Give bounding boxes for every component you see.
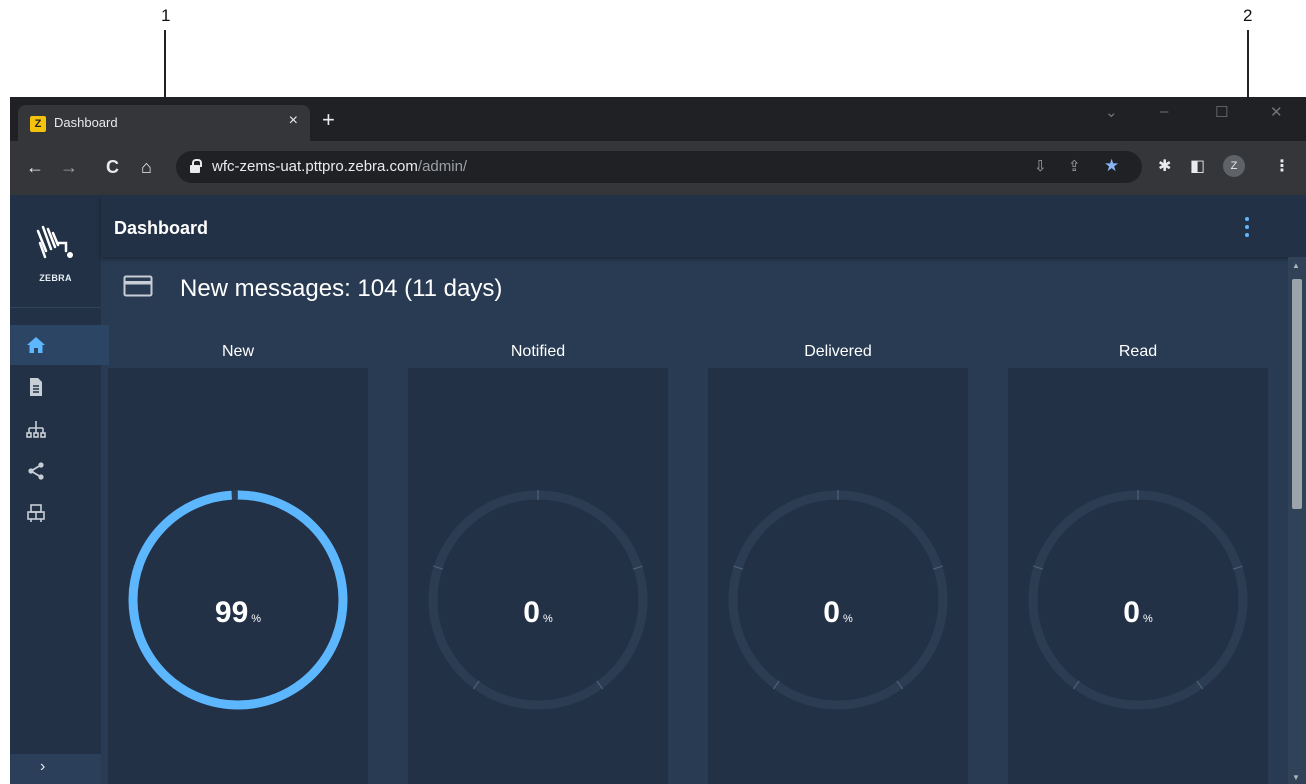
bookmark-star-icon[interactable]: ★ — [1104, 156, 1119, 176]
tab-close-icon[interactable]: × — [289, 112, 298, 130]
scroll-down-icon[interactable]: ▼ — [1292, 773, 1300, 782]
column-label: Read — [1118, 343, 1158, 360]
address-bar[interactable]: wfc-zems-uat.pttpro.zebra.com/admin/ ⇩ ⇪… — [176, 151, 1142, 183]
percentage-value: 0% — [408, 596, 668, 630]
percentage-number: 0 — [523, 596, 540, 629]
more-options-icon[interactable] — [1244, 217, 1250, 237]
percentage-number: 0 — [823, 596, 840, 629]
document-icon — [30, 378, 42, 396]
percentage-unit: % — [542, 613, 553, 625]
percentage-value: 0% — [1008, 596, 1268, 630]
messages-summary: New messages: 104 (11 days) — [180, 275, 503, 302]
scrollbar[interactable]: ▲ ▼ — [1288, 257, 1306, 784]
sidebar-item-hierarchy[interactable] — [10, 409, 109, 449]
sidebar-item-documents[interactable] — [10, 367, 109, 407]
sidebar-item-home[interactable] — [10, 325, 109, 365]
logo-text: ZEBRA — [39, 273, 72, 283]
forward-icon[interactable]: → — [60, 157, 78, 177]
gauge-card: 99% — [108, 368, 368, 784]
tab-dashboard[interactable]: Z Dashboard × — [18, 105, 310, 141]
tab-title: Dashboard — [54, 115, 118, 130]
percentage-unit: % — [842, 613, 853, 625]
column-label: Delivered — [804, 343, 872, 360]
browser-window: Z Dashboard × + ⌄ – ☐ ✕ ← → C ⌂ wfc-zems… — [10, 97, 1306, 784]
sidebar-item-share[interactable] — [10, 451, 109, 491]
column-label: Notified — [510, 343, 566, 360]
percentage-number: 99 — [214, 596, 249, 629]
back-icon[interactable]: ← — [26, 157, 44, 177]
percentage-unit: % — [1142, 613, 1153, 625]
sidebar-item-devices[interactable] — [10, 493, 109, 533]
hierarchy-icon — [26, 421, 46, 438]
close-window-icon[interactable]: ✕ — [1270, 103, 1283, 121]
devices-icon — [27, 504, 45, 522]
chevron-right-icon: › — [40, 758, 46, 775]
sidebar: ZEBRA › — [10, 195, 109, 784]
home-icon — [27, 337, 45, 353]
callout-2: 2 — [1243, 6, 1253, 25]
callout-1: 1 — [161, 6, 171, 25]
gauge-card: 0% — [1008, 368, 1268, 784]
profile-avatar[interactable]: Z — [1223, 155, 1245, 177]
extensions-icon[interactable]: ✱ — [1158, 156, 1171, 176]
page-title: Dashboard — [114, 218, 209, 238]
tab-strip: Z Dashboard × + ⌄ – ☐ ✕ — [10, 97, 1306, 141]
percentage-unit: % — [251, 613, 262, 625]
percentage-value: 0% — [708, 596, 968, 630]
maximize-icon[interactable]: ☐ — [1215, 103, 1228, 121]
app-area: ZEBRA › Dashboard New messages: 104 (11 … — [10, 195, 1306, 784]
browser-menu-icon[interactable]: ⋮ — [1274, 156, 1290, 176]
home-button-icon[interactable]: ⌂ — [141, 157, 152, 177]
message-card-icon — [123, 275, 153, 297]
scroll-up-icon[interactable]: ▲ — [1292, 261, 1300, 270]
percentage-value: 99% — [108, 596, 368, 630]
zebra-favicon-icon: Z — [30, 116, 46, 132]
share-page-icon[interactable]: ⇪ — [1068, 157, 1081, 175]
new-tab-button[interactable]: + — [322, 109, 335, 131]
scroll-thumb[interactable] — [1292, 279, 1302, 509]
percentage-number: 0 — [1123, 596, 1140, 629]
lock-icon — [190, 159, 202, 173]
page-header: Dashboard — [101, 195, 1306, 257]
install-app-icon[interactable]: ⇩ — [1034, 157, 1047, 175]
gauge-card: 0% — [708, 368, 968, 784]
zebra-logo-icon — [36, 225, 73, 259]
sidebar-expand-button[interactable]: › — [10, 754, 101, 784]
gauge-card: 0% — [408, 368, 668, 784]
reload-icon[interactable]: C — [106, 157, 119, 177]
browser-toolbar: ← → C ⌂ wfc-zems-uat.pttpro.zebra.com/ad… — [10, 141, 1306, 195]
share-icon — [28, 462, 44, 480]
column-label: New — [221, 343, 254, 360]
side-panel-icon[interactable]: ◧ — [1190, 156, 1205, 176]
url-text[interactable]: wfc-zems-uat.pttpro.zebra.com/admin/ — [212, 158, 467, 175]
minimize-icon[interactable]: – — [1160, 103, 1168, 120]
sidebar-divider — [10, 307, 101, 308]
tab-search-icon[interactable]: ⌄ — [1105, 103, 1118, 121]
